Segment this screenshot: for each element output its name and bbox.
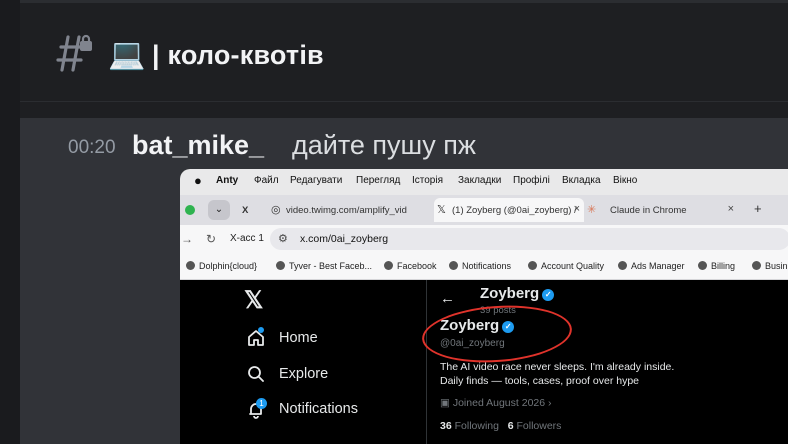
locked-channel-hash-icon xyxy=(56,34,92,72)
tab-list-chevron-icon: ⌄ xyxy=(208,200,230,220)
twitter-page: 𝕏 Home Explore 1 Notifications ← Zoyberg… xyxy=(180,280,788,444)
message-text: дайте пушу пж xyxy=(292,130,476,160)
reload-icon: ↻ xyxy=(206,232,217,246)
bookmark-item: Facebook xyxy=(384,261,437,271)
x-logo-icon: 𝕏 xyxy=(244,287,264,314)
bookmark-item: Account Quality xyxy=(528,261,604,271)
home-unread-dot xyxy=(258,327,264,333)
menubar-item: Закладки xyxy=(458,175,502,186)
address-bar: ⚙ x.com/0ai_zoyberg xyxy=(270,228,788,250)
tab-zoyberg: 𝕏 (1) Zoyberg (@0ai_zoyberg) / × xyxy=(434,198,584,222)
close-tab-icon: × xyxy=(573,203,580,215)
bookmark-item: Notifications xyxy=(449,261,511,271)
globe-icon: ◎ xyxy=(271,204,281,216)
calendar-icon: ▣ xyxy=(440,397,450,409)
server-rail-edge xyxy=(0,0,20,444)
follow-stats: 36 Following 6 Followers xyxy=(440,420,562,432)
menubar-item: Вікно xyxy=(613,175,638,186)
menubar-item: Історія xyxy=(412,175,444,186)
url-text: x.com/0ai_zoyberg xyxy=(300,233,389,245)
menubar-item: Вкладка xyxy=(562,175,601,186)
verified-badge-icon: ✓ xyxy=(542,289,555,301)
bookmark-item: Billing xyxy=(698,261,735,271)
nav-notifications: Notifications xyxy=(279,401,358,417)
menubar-item: Профілі xyxy=(513,175,550,186)
column-divider xyxy=(426,280,427,444)
menubar-app-name: Anty xyxy=(216,175,239,186)
bookmark-item: Tyver - Best Faceb... xyxy=(276,261,372,271)
forward-arrow-icon: → xyxy=(181,232,193,246)
bookmarks-bar: Dolphin{cloud} Tyver - Best Faceb... Fac… xyxy=(180,253,788,280)
menubar-item: Файл xyxy=(254,175,279,186)
tab-video: ◎ video.twimg.com/amplify_vid xyxy=(271,204,407,216)
chevron-right-icon: › xyxy=(548,397,552,409)
menubar-item: Редагувати xyxy=(290,175,343,186)
joined-date: ▣ Joined August 2026 › xyxy=(440,397,552,409)
search-icon xyxy=(248,366,264,382)
laptop-emoji: 💻 xyxy=(108,38,146,71)
bookmark-item: Ads Manager xyxy=(618,261,685,271)
message-timestamp: 00:20 xyxy=(68,137,116,158)
window-zoom-button xyxy=(185,205,195,215)
nav-home: Home xyxy=(279,330,318,346)
channel-header: 💻 | коло-квотів xyxy=(20,3,788,102)
red-highlight-circle xyxy=(420,300,574,368)
nav-explore: Explore xyxy=(279,366,329,382)
x-favicon-icon: 𝕏 xyxy=(437,204,446,216)
profile-label: X-acc 1 xyxy=(230,233,264,244)
site-settings-icon: ⚙ xyxy=(278,233,288,245)
tab-claude: ✳ Claude in Chrome × xyxy=(587,203,734,216)
apple-logo-icon: ● xyxy=(194,173,202,188)
header-profile-name: Zoyberg ✓ xyxy=(480,285,555,302)
profile-bio: The AI video race never sleeps. I'm alre… xyxy=(440,361,675,387)
mac-menubar: ● Anty Файл Редагувати Перегляд Історія … xyxy=(180,169,788,195)
close-tab-icon: × xyxy=(727,203,734,215)
notification-badge: 1 xyxy=(256,398,267,409)
menubar-item: Перегляд xyxy=(356,175,401,186)
bookmark-item: Dolphin{cloud} xyxy=(186,261,257,271)
attached-screenshot[interactable]: ● Anty Файл Редагувати Перегляд Історія … xyxy=(180,169,788,444)
browser-address-row: → ↻ X-acc 1 ⚙ x.com/0ai_zoyberg xyxy=(180,225,788,253)
new-tab-icon: + xyxy=(754,201,762,216)
claude-icon: ✳ xyxy=(587,204,597,216)
channel-name: | коло-квотів xyxy=(152,40,324,70)
browser-tabbar: ⌄ X ◎ video.twimg.com/amplify_vid 𝕏 (1) … xyxy=(180,195,788,225)
message-author[interactable]: bat_mike_ xyxy=(132,130,264,161)
back-arrow-icon: ← xyxy=(440,290,455,307)
tab-x: X xyxy=(242,205,249,216)
bookmark-item: Busin xyxy=(752,261,788,271)
